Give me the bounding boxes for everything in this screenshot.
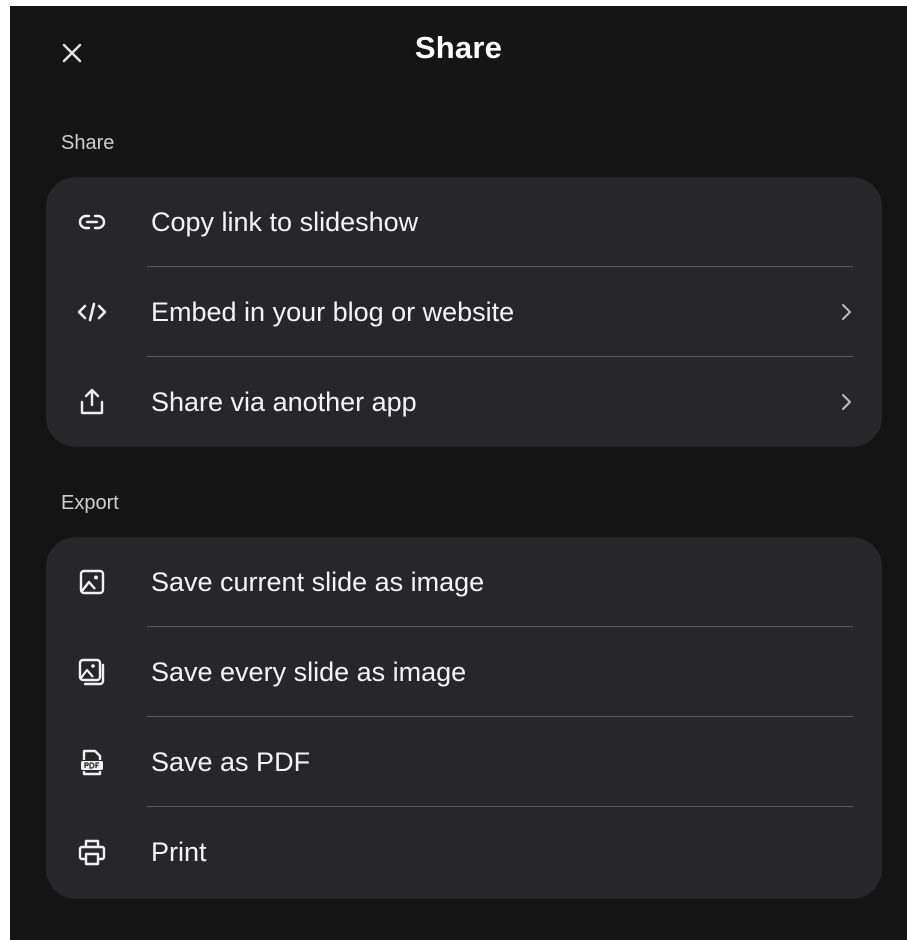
images-stack-icon — [77, 657, 107, 687]
chevron-right-icon — [837, 300, 857, 324]
copy-link-label: Copy link to slideshow — [151, 206, 419, 237]
section-label-share: Share — [61, 132, 115, 154]
link-icon — [77, 207, 107, 237]
share-upload-icon — [77, 387, 107, 417]
save-pdf-item[interactable]: Save as PDF — [46, 717, 882, 807]
print-label: Print — [151, 836, 207, 867]
export-card: Save current slide as image Save every s… — [46, 537, 882, 899]
dialog-header: Share — [10, 6, 907, 98]
share-card: Copy link to slideshow Embed in your blo… — [46, 177, 882, 447]
chevron-right-icon — [837, 390, 857, 414]
save-every-slide-item[interactable]: Save every slide as image — [46, 627, 882, 717]
share-dialog: Share Share Copy link to slideshow Embed… — [10, 6, 907, 940]
share-via-app-label: Share via another app — [151, 386, 417, 417]
embed-item[interactable]: Embed in your blog or website — [46, 267, 882, 357]
dialog-title: Share — [414, 30, 503, 65]
copy-link-item[interactable]: Copy link to slideshow — [46, 177, 882, 267]
share-via-app-item[interactable]: Share via another app — [46, 357, 882, 447]
code-icon — [77, 297, 107, 327]
save-pdf-label: Save as PDF — [151, 746, 311, 777]
print-item[interactable]: Print — [46, 807, 882, 897]
embed-label: Embed in your blog or website — [151, 296, 515, 327]
save-current-slide-label: Save current slide as image — [151, 566, 485, 597]
printer-icon — [77, 837, 107, 867]
image-icon — [77, 567, 107, 597]
pdf-file-icon — [77, 747, 107, 777]
save-current-slide-item[interactable]: Save current slide as image — [46, 537, 882, 627]
save-every-slide-label: Save every slide as image — [151, 656, 467, 687]
section-label-export: Export — [61, 492, 119, 514]
